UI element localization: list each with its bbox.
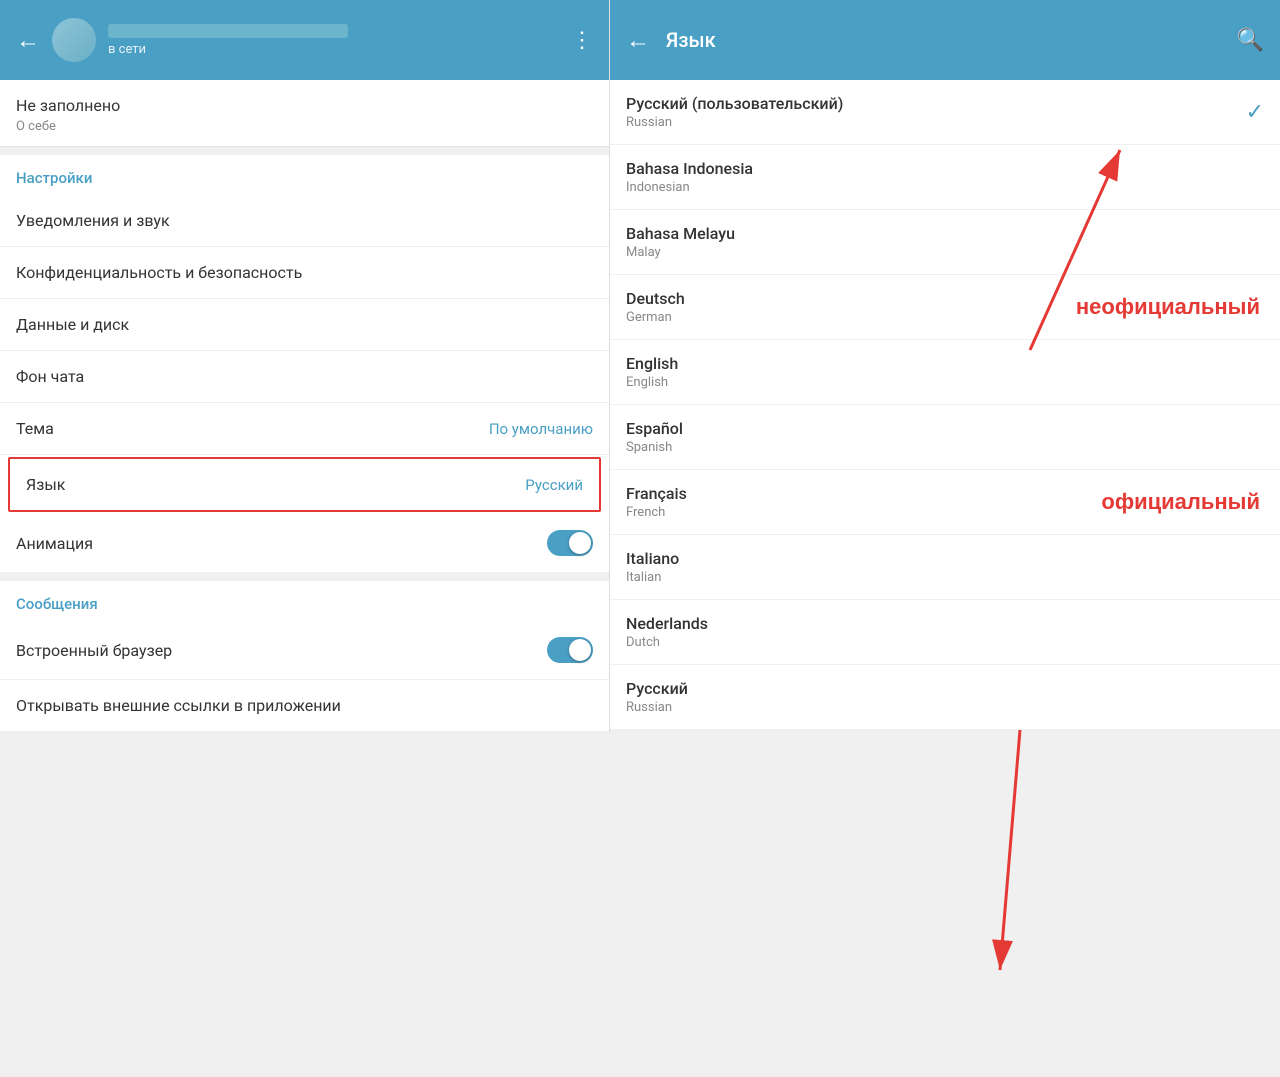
avatar-image	[52, 18, 96, 62]
lang-text: Русский (пользовательский) Russian	[626, 94, 843, 130]
lang-name: Nederlands	[626, 614, 708, 633]
search-icon[interactable]: 🔍	[1237, 28, 1264, 53]
language-label: Язык	[26, 475, 65, 494]
language-item-malay[interactable]: Bahasa Melayu Malay	[610, 210, 1280, 275]
lang-text: Nederlands Dutch	[626, 614, 708, 650]
lang-name: Русский	[626, 679, 688, 698]
external-links-label: Открывать внешние ссылки в приложении	[16, 696, 341, 715]
language-list: Русский (пользовательский) Russian ✓ Bah…	[610, 80, 1280, 730]
language-value: Русский	[525, 476, 583, 494]
messages-section-title: Сообщения	[0, 581, 609, 621]
lang-text: Italiano Italian	[626, 549, 679, 585]
lang-text: Deutsch German	[626, 289, 685, 325]
language-item-english[interactable]: English English	[610, 340, 1280, 405]
lang-name: Français	[626, 484, 687, 503]
lang-name: Italiano	[626, 549, 679, 568]
not-filled-subtitle: О себе	[16, 119, 593, 134]
annotation-unofficial: неофициальный	[1076, 294, 1260, 320]
right-header: ← Язык 🔍	[610, 0, 1280, 80]
animation-label: Анимация	[16, 534, 93, 553]
left-header: ← в сети ⋮	[0, 0, 609, 80]
theme-label: Тема	[16, 419, 54, 438]
browser-toggle-knob	[569, 639, 591, 661]
lang-native: French	[626, 505, 687, 520]
lang-native: German	[626, 310, 685, 325]
not-filled-section: Не заполнено О себе	[0, 80, 609, 147]
language-item-spanish[interactable]: Español Spanish	[610, 405, 1280, 470]
left-panel: ← в сети ⋮ Не заполнено О себе Настройки…	[0, 0, 610, 732]
language-item-german[interactable]: Deutsch German неофициальный	[610, 275, 1280, 340]
settings-section-title: Настройки	[0, 155, 609, 195]
toggle-knob	[569, 532, 591, 554]
section-divider-2	[0, 573, 609, 581]
lang-text: Русский Russian	[626, 679, 688, 715]
lang-native: Malay	[626, 245, 735, 260]
lang-native: English	[626, 375, 678, 390]
left-back-button[interactable]: ←	[16, 26, 40, 55]
avatar	[52, 18, 96, 62]
lang-native: Italian	[626, 570, 679, 585]
lang-native: Russian	[626, 115, 843, 130]
wallpaper-label: Фон чата	[16, 367, 84, 386]
language-item-indonesian[interactable]: Bahasa Indonesia Indonesian	[610, 145, 1280, 210]
lang-text: Français French	[626, 484, 687, 520]
language-item-dutch[interactable]: Nederlands Dutch	[610, 600, 1280, 665]
lang-native: Indonesian	[626, 180, 753, 195]
language-item-french[interactable]: Français French официальный	[610, 470, 1280, 535]
lang-text: Bahasa Melayu Malay	[626, 224, 735, 260]
user-status: в сети	[108, 42, 559, 57]
username	[108, 24, 348, 38]
annotation-official: официальный	[1101, 489, 1260, 515]
settings-item-privacy[interactable]: Конфиденциальность и безопасность	[0, 247, 609, 299]
notifications-label: Уведомления и звук	[16, 211, 170, 230]
browser-label: Встроенный браузер	[16, 641, 172, 660]
settings-item-animation[interactable]: Анимация	[0, 514, 609, 573]
settings-item-theme[interactable]: Тема По умолчанию	[0, 403, 609, 455]
menu-button[interactable]: ⋮	[571, 28, 593, 53]
privacy-label: Конфиденциальность и безопасность	[16, 263, 302, 282]
settings-item-notifications[interactable]: Уведомления и звук	[0, 195, 609, 247]
language-item-russian[interactable]: Русский Russian	[610, 665, 1280, 730]
settings-item-browser[interactable]: Встроенный браузер	[0, 621, 609, 680]
lang-name: Español	[626, 419, 683, 438]
lang-native: Spanish	[626, 440, 683, 455]
lang-name: Bahasa Melayu	[626, 224, 735, 243]
right-back-button[interactable]: ←	[626, 26, 650, 55]
right-panel: ← Язык 🔍 Русский (пользовательский) Russ…	[610, 0, 1280, 730]
language-item-italian[interactable]: Italiano Italian	[610, 535, 1280, 600]
lang-checkmark: ✓	[1246, 100, 1264, 125]
lang-native: Russian	[626, 700, 688, 715]
browser-toggle[interactable]	[547, 637, 593, 663]
settings-item-data[interactable]: Данные и диск	[0, 299, 609, 351]
lang-name: Deutsch	[626, 289, 685, 308]
lang-native: Dutch	[626, 635, 708, 650]
user-info: в сети	[108, 24, 559, 57]
lang-text: Español Spanish	[626, 419, 683, 455]
lang-text: English English	[626, 354, 678, 390]
settings-item-wallpaper[interactable]: Фон чата	[0, 351, 609, 403]
settings-item-language[interactable]: Язык Русский	[8, 457, 601, 512]
not-filled-title: Не заполнено	[16, 96, 593, 115]
right-header-left: ← Язык	[626, 26, 716, 55]
lang-text: Bahasa Indonesia Indonesian	[626, 159, 753, 195]
data-label: Данные и диск	[16, 315, 129, 334]
lang-name: Русский (пользовательский)	[626, 94, 843, 113]
lang-name: English	[626, 354, 678, 373]
right-header-title: Язык	[666, 28, 716, 52]
animation-toggle[interactable]	[547, 530, 593, 556]
section-divider-1	[0, 147, 609, 155]
lang-name: Bahasa Indonesia	[626, 159, 753, 178]
language-item-russian-custom[interactable]: Русский (пользовательский) Russian ✓	[610, 80, 1280, 145]
settings-item-external-links[interactable]: Открывать внешние ссылки в приложении	[0, 680, 609, 732]
theme-value: По умолчанию	[489, 420, 593, 438]
